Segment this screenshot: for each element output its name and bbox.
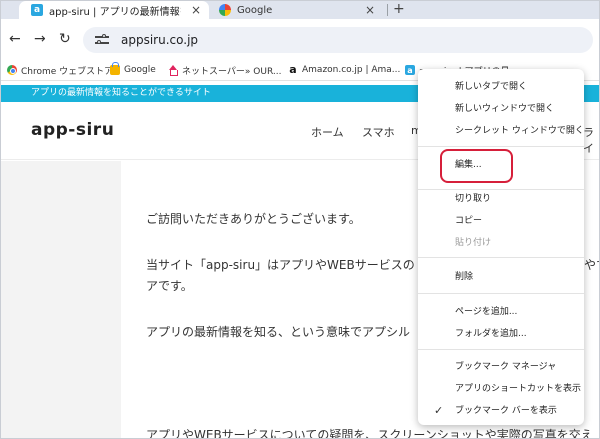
check-icon: ✓ bbox=[434, 404, 444, 417]
paragraph: やす bbox=[584, 258, 599, 272]
paragraph: ご訪問いただきありがとうございます。 bbox=[146, 212, 361, 226]
bookmark-google[interactable]: Google bbox=[110, 62, 156, 78]
new-tab-button[interactable]: + bbox=[393, 1, 405, 17]
paragraph: アプリやWEBサービスについての疑問を、スクリーンショットや実際の写真を交え bbox=[146, 428, 593, 439]
google-icon bbox=[219, 4, 231, 16]
menu-separator bbox=[418, 257, 584, 258]
nav-home[interactable]: ホーム bbox=[311, 124, 344, 140]
menu-item-show-app-shortcuts[interactable]: アプリのショートカットを表示 bbox=[418, 379, 584, 399]
highlight-annotation bbox=[440, 149, 513, 183]
bookmark-label: Amazon.co.jp | Ama... bbox=[302, 65, 401, 75]
reload-button[interactable]: ↻ bbox=[59, 31, 71, 47]
paragraph: アプリの最新情報を知る、という意味でアプシル bbox=[146, 325, 411, 339]
menu-item-copy[interactable]: コピー bbox=[418, 211, 584, 231]
close-icon[interactable]: × bbox=[191, 3, 201, 17]
tab-title: app-siru | アプリの最新情報を知る bbox=[49, 6, 181, 18]
site-settings-icon[interactable] bbox=[95, 34, 109, 46]
bookmark-net-super[interactable]: ネットスーパー» OUR... bbox=[168, 62, 281, 78]
chrome-icon bbox=[7, 65, 17, 75]
bookmark-label: Chrome ウェブストア bbox=[21, 66, 114, 77]
a-favicon-icon: a bbox=[31, 4, 43, 16]
bookmark-label: ネットスーパー» OUR... bbox=[182, 66, 282, 77]
forward-button[interactable]: → bbox=[34, 31, 46, 47]
menu-separator bbox=[418, 293, 584, 294]
url-text[interactable]: appsiru.co.jp bbox=[121, 33, 198, 47]
paragraph: アです。 bbox=[146, 279, 193, 293]
nav-smartphone[interactable]: スマホ bbox=[362, 124, 395, 140]
menu-item-add-page[interactable]: ページを追加... bbox=[418, 302, 584, 322]
menu-separator bbox=[418, 349, 584, 350]
amazon-icon: a bbox=[289, 63, 297, 76]
menu-item-bookmark-manager[interactable]: ブックマーク マネージャ bbox=[418, 357, 584, 377]
bookmark-chrome-web-store[interactable]: Chrome ウェブストア bbox=[7, 62, 113, 78]
address-bar[interactable]: appsiru.co.jp bbox=[83, 27, 593, 53]
tab-divider bbox=[387, 4, 388, 16]
a-favicon-icon: a bbox=[405, 65, 415, 75]
bookmark-label: Google bbox=[124, 65, 156, 75]
tab-strip: a app-siru | アプリの最新情報を知る × Google × + bbox=[1, 1, 599, 19]
menu-item-add-folder[interactable]: フォルダを追加... bbox=[418, 324, 584, 344]
menu-item-delete[interactable]: 削除 bbox=[418, 267, 584, 287]
bookmark-context-menu: 新しいタブで開く 新しいウィンドウで開く シークレット ウィンドウで開く 編集.… bbox=[418, 69, 584, 425]
menu-item-open-new-window[interactable]: 新しいウィンドウで開く bbox=[418, 99, 584, 119]
close-icon[interactable]: × bbox=[365, 3, 375, 17]
browser-window: a app-siru | アプリの最新情報を知る × Google × + ← … bbox=[0, 0, 600, 439]
tab-google[interactable]: Google × bbox=[213, 1, 383, 19]
menu-separator bbox=[418, 146, 584, 147]
nav-life[interactable]: ライ bbox=[583, 124, 599, 156]
menu-item-label: ブックマーク バーを表示 bbox=[455, 406, 557, 416]
menu-item-show-bookmarks-bar[interactable]: ✓ ブックマーク バーを表示 bbox=[418, 401, 584, 421]
tab-title: Google bbox=[237, 4, 273, 16]
google-shopping-icon bbox=[110, 62, 120, 75]
home-icon bbox=[168, 65, 178, 76]
bookmark-amazon[interactable]: a Amazon.co.jp | Ama... bbox=[288, 62, 400, 78]
menu-item-open-new-tab[interactable]: 新しいタブで開く bbox=[418, 77, 584, 97]
toolbar: ← → ↻ appsiru.co.jp bbox=[1, 19, 599, 59]
tab-app-siru[interactable]: a app-siru | アプリの最新情報を知る × bbox=[19, 1, 209, 19]
menu-item-cut[interactable]: 切り取り bbox=[418, 189, 584, 209]
site-title[interactable]: app-siru bbox=[31, 120, 114, 140]
back-button[interactable]: ← bbox=[9, 31, 21, 47]
menu-item-open-incognito[interactable]: シークレット ウィンドウで開く bbox=[418, 121, 584, 141]
paragraph: 当サイト「app-siru」はアプリやWEBサービスの bbox=[146, 258, 415, 272]
menu-item-paste: 貼り付け bbox=[455, 238, 492, 248]
